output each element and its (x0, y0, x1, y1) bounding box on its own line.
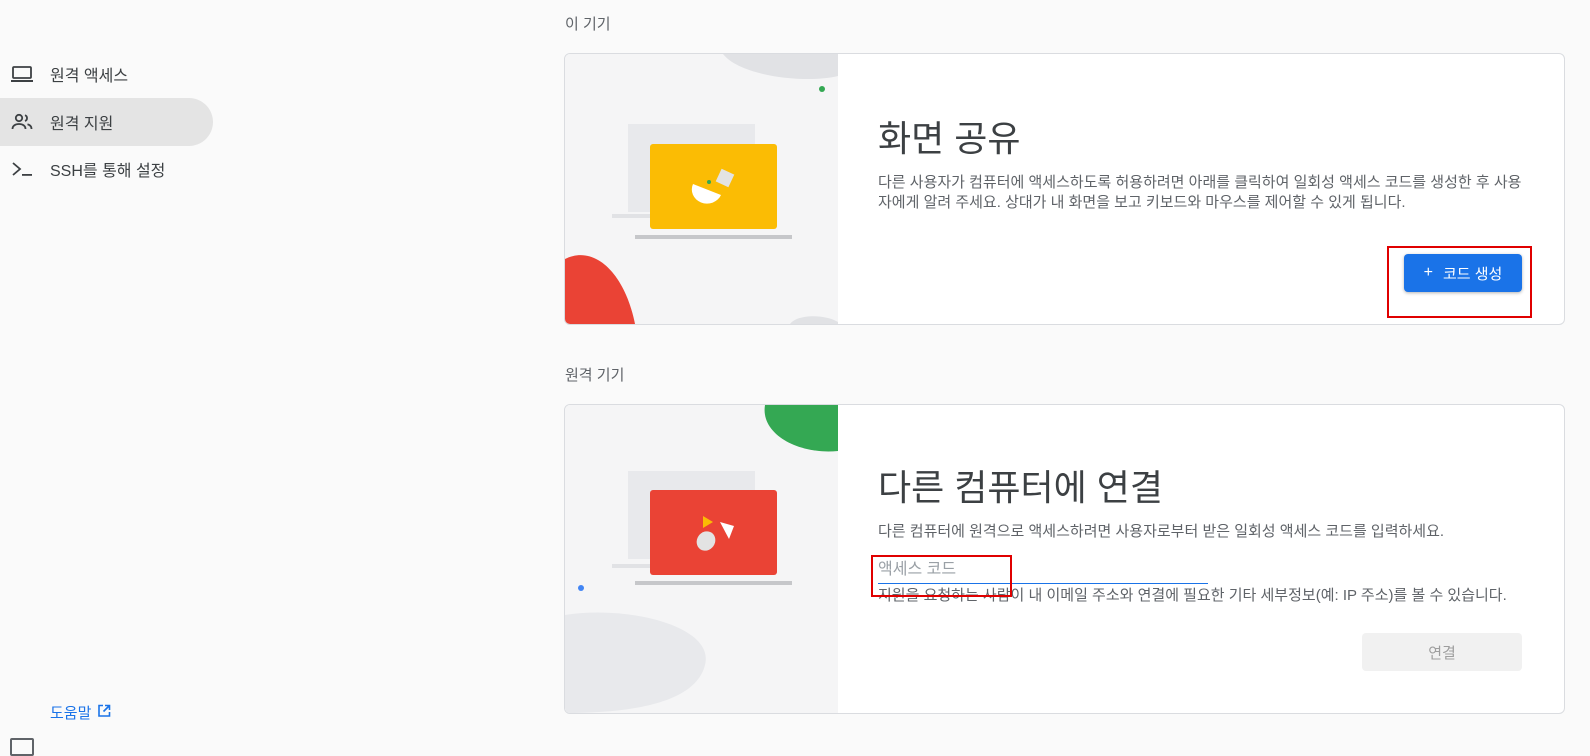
sidebar-item-label: SSH를 통해 설정 (50, 163, 166, 180)
sidebar-item-label: 원격 지원 (50, 116, 114, 133)
connect-title: 다른 컴퓨터에 연결 (878, 467, 1163, 508)
connect-illustration (565, 405, 838, 713)
section-label-this-device: 이 기기 (565, 16, 611, 33)
sidebar-item-remote-access[interactable]: 원격 액세스 (0, 50, 213, 98)
generate-code-button[interactable]: + 코드 생성 (1404, 254, 1522, 292)
section-label-remote-device: 원격 기기 (565, 367, 625, 384)
help-link[interactable]: 도움말 (50, 702, 111, 723)
sidebar-item-label: 원격 액세스 (50, 68, 129, 85)
generate-code-label: 코드 생성 (1442, 265, 1503, 283)
connect-description: 다른 컴퓨터에 원격으로 액세스하려면 사용자로부터 받은 일회성 액세스 코드… (878, 523, 1445, 540)
laptop-icon (10, 62, 34, 86)
sidebar-nav: 원격 액세스 원격 지원 SSH를 통해 설정 도움말 (0, 0, 230, 756)
plus-icon: + (1423, 264, 1433, 281)
connect-button[interactable]: 연결 (1362, 633, 1522, 671)
share-screen-illustration (565, 54, 838, 324)
share-screen-title: 화면 공유 (878, 118, 1021, 159)
sidebar-item-ssh-setup[interactable]: SSH를 통해 설정 (0, 145, 213, 193)
help-label: 도움말 (50, 705, 92, 722)
sidebar-footer-icon (10, 738, 34, 756)
connect-card: 다른 컴퓨터에 연결 다른 컴퓨터에 원격으로 액세스하려면 사용자로부터 받은… (564, 404, 1565, 714)
access-code-input[interactable] (878, 557, 1208, 584)
share-screen-description: 다른 사용자가 컴퓨터에 액세스하도록 허용하려면 아래를 클릭하여 일회성 액… (878, 174, 1522, 211)
people-icon (10, 110, 34, 134)
privacy-notice: 지원을 요청하는 사람이 내 이메일 주소와 연결에 필요한 기타 세부정보(예… (878, 587, 1507, 604)
share-screen-card: 화면 공유 다른 사용자가 컴퓨터에 액세스하도록 허용하려면 아래를 클릭하여… (564, 53, 1565, 325)
open-in-new-icon (97, 704, 111, 722)
terminal-icon (10, 157, 34, 181)
sidebar-item-remote-support[interactable]: 원격 지원 (0, 98, 213, 146)
